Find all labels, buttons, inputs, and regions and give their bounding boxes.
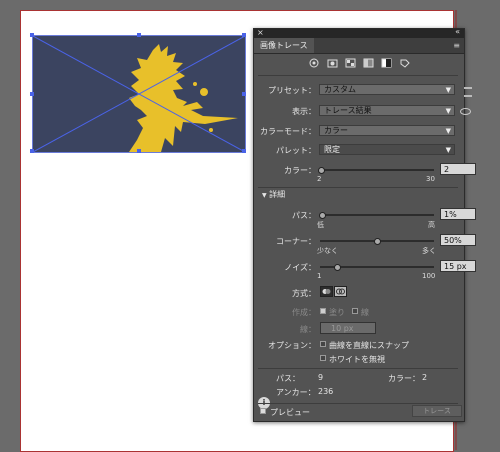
traced-artwork xyxy=(33,36,245,152)
divider xyxy=(258,75,458,76)
dropdown-arrow-icon: ▼ xyxy=(445,86,451,94)
stroke-value-field[interactable]: 10 px xyxy=(320,322,376,334)
colors-min: 2 xyxy=(317,175,322,183)
stats-paths-value: 9 xyxy=(318,373,324,382)
colors-slider-knob[interactable] xyxy=(318,167,325,174)
stats-paths-label: パス： xyxy=(276,374,300,383)
preview-checkbox[interactable] xyxy=(260,408,266,414)
create-fill-checkbox[interactable] xyxy=(320,308,326,314)
selection-handle[interactable] xyxy=(30,33,34,37)
colors-label: カラー： xyxy=(284,166,316,175)
advanced-toggle[interactable]: ▼ 詳細 xyxy=(262,189,285,200)
preset-icon-bar xyxy=(309,58,410,68)
color-mode-value: カラー xyxy=(324,126,348,135)
image-trace-panel: × « 画像トレース ≡ プリセット： カスタム ▼ 表示： トレース結果 ▼ カラ… xyxy=(253,27,476,422)
noise-min: 1 xyxy=(317,272,322,280)
noise-slider-knob[interactable] xyxy=(334,264,341,271)
auto-color-icon[interactable] xyxy=(309,58,320,68)
divider xyxy=(258,368,458,369)
outline-icon[interactable] xyxy=(399,58,410,68)
snap-curves-checkbox[interactable] xyxy=(320,341,326,347)
paths-min: 低 xyxy=(317,221,324,229)
colors-slider[interactable] xyxy=(318,167,434,174)
dropdown-arrow-icon: ▼ xyxy=(445,127,451,135)
palette-value: 限定 xyxy=(324,145,340,154)
create-stroke-checkbox[interactable] xyxy=(352,308,358,314)
selection-handle[interactable] xyxy=(30,92,34,96)
stats-colors-label: カラー： xyxy=(388,374,420,383)
panel-menu-icon[interactable]: ≡ xyxy=(453,41,460,50)
view-dropdown[interactable]: トレース結果 ▼ xyxy=(319,105,455,116)
disclosure-triangle-icon: ▼ xyxy=(262,192,267,199)
method-abutting-button[interactable] xyxy=(320,286,333,297)
paths-value-field[interactable]: 1% xyxy=(440,208,476,220)
paths-max: 高 xyxy=(428,221,435,229)
selection-handle[interactable] xyxy=(242,33,246,37)
ignore-white-label: ホワイトを無視 xyxy=(329,355,385,364)
low-color-icon[interactable] xyxy=(345,58,356,68)
divider xyxy=(258,187,458,188)
grayscale-icon[interactable] xyxy=(363,58,374,68)
selection-handle[interactable] xyxy=(137,33,141,37)
trace-button[interactable]: トレース xyxy=(412,405,462,417)
dropdown-arrow-icon: ▼ xyxy=(445,146,451,154)
palette-dropdown[interactable]: 限定 ▼ xyxy=(319,144,455,155)
eye-icon[interactable] xyxy=(460,108,471,115)
corners-label: コーナー： xyxy=(276,237,316,246)
collapse-icon[interactable]: « xyxy=(455,27,460,36)
paths-label: パス： xyxy=(292,211,316,220)
method-label: 方式： xyxy=(292,289,316,298)
advanced-label: 詳細 xyxy=(269,190,286,199)
divider xyxy=(258,403,458,404)
preset-dropdown[interactable]: カスタム ▼ xyxy=(319,84,455,95)
color-mode-label: カラーモード： xyxy=(260,127,316,136)
panel-titlebar: × « xyxy=(254,27,464,38)
high-color-icon[interactable] xyxy=(327,58,338,68)
selection-handle[interactable] xyxy=(137,149,141,153)
stats-anchors-value: 236 xyxy=(318,387,334,396)
tab-image-trace[interactable]: 画像トレース xyxy=(254,38,314,53)
preset-label: プリセット： xyxy=(268,86,316,95)
noise-value-field[interactable]: 15 px xyxy=(440,260,476,272)
corners-slider[interactable] xyxy=(320,238,434,245)
noise-slider[interactable] xyxy=(320,264,434,271)
panel-tab-row: 画像トレース ≡ xyxy=(254,38,464,54)
snap-curves-label: 曲線を直線にスナップ xyxy=(329,341,409,350)
color-mode-dropdown[interactable]: カラー ▼ xyxy=(319,125,455,136)
preset-value: カスタム xyxy=(324,85,356,94)
options-label: オプション： xyxy=(268,341,316,350)
corners-min: 少なく xyxy=(317,247,338,255)
paths-slider-knob[interactable] xyxy=(319,212,326,219)
corners-value-field[interactable]: 50% xyxy=(440,234,476,246)
noise-max: 100 xyxy=(422,272,436,280)
ignore-white-checkbox[interactable] xyxy=(320,355,326,361)
selection-handle[interactable] xyxy=(30,149,34,153)
selection-handle[interactable] xyxy=(242,149,246,153)
corners-max: 多く xyxy=(422,247,436,255)
dropdown-arrow-icon: ▼ xyxy=(445,107,451,115)
black-white-icon[interactable] xyxy=(381,58,392,68)
create-fill-label: 塗り xyxy=(329,308,345,317)
method-overlapping-button[interactable] xyxy=(334,286,347,297)
close-icon[interactable]: × xyxy=(257,28,264,37)
colors-value-field[interactable]: 2 xyxy=(440,163,476,175)
noise-label: ノイズ： xyxy=(284,263,316,272)
selection-handle[interactable] xyxy=(242,92,246,96)
colors-max: 30 xyxy=(426,175,435,183)
view-value: トレース結果 xyxy=(324,106,372,115)
corners-slider-knob[interactable] xyxy=(374,238,381,245)
palette-label: パレット： xyxy=(276,146,316,155)
view-label: 表示： xyxy=(292,107,316,116)
create-stroke-label: 線 xyxy=(361,308,369,317)
stroke-label: 線： xyxy=(300,325,316,334)
preview-label: プレビュー xyxy=(270,408,310,417)
placed-image[interactable] xyxy=(30,33,246,153)
paths-slider[interactable] xyxy=(319,212,434,219)
preset-list-icon[interactable] xyxy=(464,87,472,97)
create-label: 作成： xyxy=(292,308,316,317)
stats-anchors-label: アンカー： xyxy=(276,388,316,397)
stats-colors-value: 2 xyxy=(422,373,428,382)
